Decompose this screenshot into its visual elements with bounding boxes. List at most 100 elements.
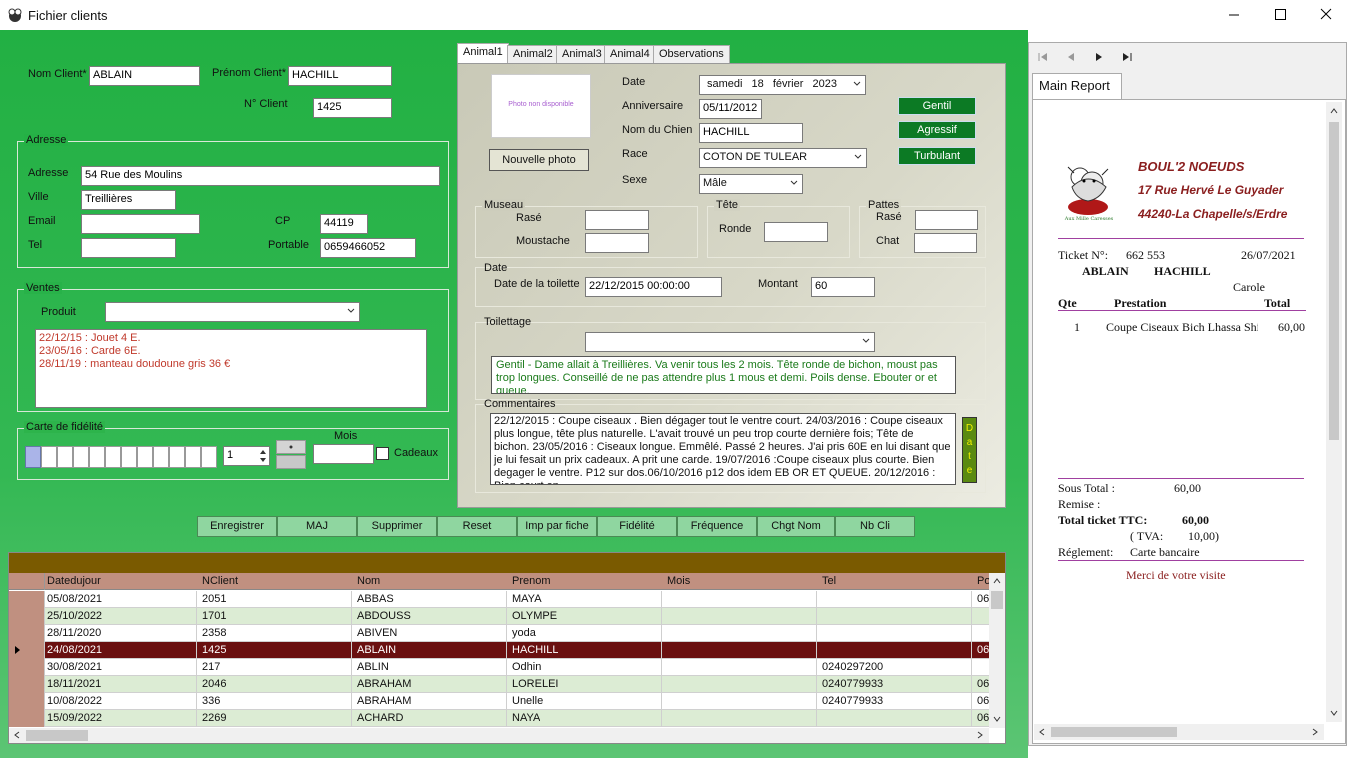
scroll-down-icon[interactable] — [992, 714, 1002, 724]
fidelite-stamp[interactable] — [201, 446, 217, 468]
fidelite-down-button[interactable] — [276, 455, 306, 469]
fidelite-stamp[interactable] — [25, 446, 41, 468]
row-header[interactable] — [9, 642, 45, 659]
tab-animal2[interactable]: Animal2 — [507, 45, 559, 64]
cell-prenom[interactable]: OLYMPE — [512, 610, 557, 622]
fidelite-stepper[interactable]: 1 — [223, 446, 270, 466]
reset-button[interactable]: Reset — [437, 516, 517, 537]
cell-nclient[interactable]: 2358 — [202, 627, 226, 639]
pattes-rase-input[interactable] — [915, 210, 978, 230]
row-header[interactable] — [9, 625, 45, 642]
cell-portable[interactable]: 06 — [977, 695, 989, 707]
cell-date[interactable]: 28/11/2020 — [47, 627, 101, 639]
sexe-select[interactable]: Mâle — [699, 174, 803, 194]
cell-prenom[interactable]: Odhin — [512, 661, 541, 673]
grid-hscroll-thumb[interactable] — [26, 730, 88, 741]
report-vscroll-thumb[interactable] — [1329, 122, 1339, 440]
fidelite-stamp[interactable] — [41, 446, 57, 468]
cell-portable[interactable]: 06 — [977, 678, 989, 690]
fidelite-stamp[interactable] — [169, 446, 185, 468]
col-mois[interactable]: Mois — [667, 575, 690, 587]
chgt-nom-button[interactable]: Chgt Nom — [757, 516, 835, 537]
commentaires-text[interactable]: 22/12/2015 : Coupe ciseaux . Bien dégage… — [490, 413, 956, 485]
fidelite-stamp[interactable] — [137, 446, 153, 468]
row-header[interactable] — [9, 710, 45, 727]
scroll-left-icon[interactable] — [12, 730, 22, 740]
agressif-button[interactable]: Agressif — [898, 121, 976, 139]
anniversaire-input[interactable]: 05/11/2012 — [699, 99, 762, 119]
table-row[interactable]: 10/08/2022 336 ABRAHAM Unelle 0240779933 06 — [9, 693, 989, 710]
row-header[interactable] — [9, 591, 45, 608]
nb-cli-button[interactable]: Nb Cli — [835, 516, 915, 537]
first-page-icon[interactable] — [1037, 51, 1049, 63]
imp-par-fiche-button[interactable]: Imp par fiche — [517, 516, 597, 537]
row-header[interactable] — [9, 659, 45, 676]
montant-input[interactable]: 60 — [811, 277, 875, 297]
scroll-up-icon[interactable] — [992, 576, 1002, 586]
scroll-down-icon[interactable] — [1329, 708, 1339, 718]
chat-input[interactable] — [914, 233, 977, 253]
toilettage-select[interactable] — [585, 332, 875, 352]
num-client-input[interactable]: 1425 — [313, 98, 392, 118]
cell-prenom[interactable]: NAYA — [512, 712, 540, 724]
last-page-icon[interactable] — [1121, 51, 1133, 63]
tete-ronde-input[interactable] — [764, 222, 828, 242]
scroll-right-icon[interactable] — [1310, 727, 1320, 737]
nom-chien-input[interactable]: HACHILL — [699, 123, 803, 143]
gentil-button[interactable]: Gentil — [898, 97, 976, 115]
cell-prenom[interactable]: LORELEI — [512, 678, 558, 690]
report-horizontal-scrollbar[interactable] — [1034, 724, 1324, 740]
cell-portable[interactable]: 06 — [977, 593, 989, 605]
cell-nom[interactable]: ABIVEN — [357, 627, 397, 639]
cell-prenom[interactable]: MAYA — [512, 593, 542, 605]
nouvelle-photo-button[interactable]: Nouvelle photo — [489, 149, 589, 171]
cell-nclient[interactable]: 336 — [202, 695, 220, 707]
table-row[interactable]: 18/11/2021 2046 ABRAHAM LORELEI 0240779933 06 — [9, 676, 989, 693]
email-input[interactable] — [81, 214, 200, 234]
fidelite-stamp[interactable] — [73, 446, 89, 468]
maj-button[interactable]: MAJ — [277, 516, 357, 537]
col-nom[interactable]: Nom — [357, 575, 380, 587]
tab-animal1[interactable]: Animal1 — [457, 43, 509, 64]
col-prenom[interactable]: Prenom — [512, 575, 551, 587]
next-page-icon[interactable] — [1093, 51, 1105, 63]
cell-prenom[interactable]: yoda — [512, 627, 536, 639]
date-picker[interactable]: samedi 18 février 2023 — [699, 75, 866, 95]
cell-nom[interactable]: ABDOUSS — [357, 610, 411, 622]
museau-rase-input[interactable] — [585, 210, 649, 230]
fidelite-stamp[interactable] — [105, 446, 121, 468]
cell-portable[interactable]: 06 — [977, 644, 989, 656]
cell-prenom[interactable]: Unelle — [512, 695, 543, 707]
report-vertical-scrollbar[interactable] — [1326, 102, 1342, 722]
cell-date[interactable]: 10/08/2022 — [47, 695, 102, 707]
tab-animal4[interactable]: Animal4 — [604, 45, 656, 64]
scroll-right-icon[interactable] — [975, 730, 985, 740]
clients-grid[interactable]: Datedujour NClient Nom Prenom Mois Tel P… — [8, 552, 1006, 744]
tel-input[interactable] — [81, 238, 176, 258]
col-tel[interactable]: Tel — [822, 575, 836, 587]
col-nclient[interactable]: NClient — [202, 575, 238, 587]
cell-date[interactable]: 25/10/2022 — [47, 610, 102, 622]
date-insert-button[interactable]: D a t e — [962, 417, 977, 483]
prenom-client-input[interactable]: HACHILL — [288, 66, 392, 86]
cell-date[interactable]: 18/11/2021 — [47, 678, 101, 690]
table-row[interactable]: 28/11/2020 2358 ABIVEN yoda — [9, 625, 989, 642]
fidelite-stamp[interactable] — [121, 446, 137, 468]
tab-animal3[interactable]: Animal3 — [556, 45, 608, 64]
turbulant-button[interactable]: Turbulant — [898, 147, 976, 165]
cell-tel[interactable]: 0240779933 — [822, 695, 883, 707]
cell-date[interactable]: 15/09/2022 — [47, 712, 102, 724]
cadeaux-checkbox[interactable] — [376, 447, 389, 460]
cell-nclient[interactable]: 1425 — [202, 644, 226, 656]
scroll-left-icon[interactable] — [1037, 727, 1047, 737]
cell-nom[interactable]: ACHARD — [357, 712, 403, 724]
race-select[interactable]: COTON DE TULEAR — [699, 148, 867, 168]
cell-nclient[interactable]: 2269 — [202, 712, 226, 724]
fidelite-stamp[interactable] — [57, 446, 73, 468]
main-report-tab[interactable]: Main Report — [1032, 73, 1122, 99]
fidelite-up-button[interactable] — [276, 440, 306, 454]
cell-prenom[interactable]: HACHILL — [512, 644, 558, 656]
grid-vertical-scrollbar[interactable] — [989, 573, 1005, 728]
cell-tel[interactable]: 0240297200 — [822, 661, 883, 673]
cell-nom[interactable]: ABLIN — [357, 661, 389, 673]
